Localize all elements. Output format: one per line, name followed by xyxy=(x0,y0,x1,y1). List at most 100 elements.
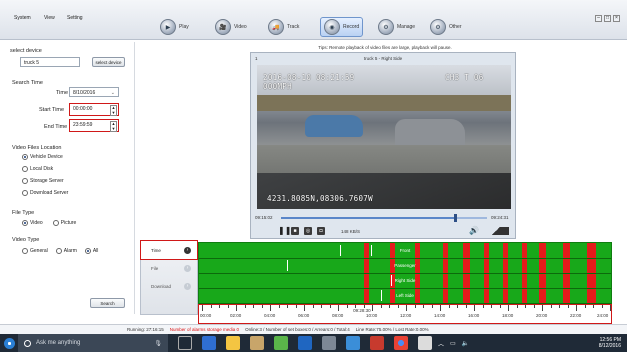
camera-icon[interactable]: ◘ xyxy=(317,227,325,235)
store-icon[interactable] xyxy=(250,336,264,350)
volume-icon[interactable]: 🔊 xyxy=(469,226,479,235)
axis-tick-label: 24:00 xyxy=(597,313,609,318)
timeline-tab-download[interactable]: Download › xyxy=(141,277,197,295)
timeline-grid[interactable]: Front Passenger Right Side Left Side xyxy=(198,242,612,304)
event-mark[interactable] xyxy=(370,245,372,256)
chevron-right-icon[interactable]: › xyxy=(184,264,191,272)
axis-tick-mark xyxy=(414,305,416,308)
nav-other-button[interactable]: ⚙ Other xyxy=(430,17,462,37)
stop-icon[interactable]: ■ xyxy=(291,227,299,235)
dvr-app-icon[interactable] xyxy=(346,336,360,350)
radio-vehicle-device[interactable]: Vehicle Device xyxy=(22,154,68,160)
date-field[interactable]: 8/10/2016 ⌄ xyxy=(69,87,119,97)
photos-icon[interactable] xyxy=(418,336,432,350)
search-button[interactable]: Search xyxy=(90,298,125,308)
maximize-button[interactable]: □ xyxy=(604,15,611,22)
menu-setting[interactable]: Setting xyxy=(67,15,83,21)
minimize-button[interactable]: – xyxy=(595,15,602,22)
start-time-field[interactable]: 00:00:00 xyxy=(70,104,108,115)
radio-dot[interactable] xyxy=(84,248,91,254)
time-label: Time xyxy=(56,90,69,96)
radio-label: Video xyxy=(30,220,43,226)
axis-tick-mark xyxy=(576,305,577,311)
axis-tick-mark xyxy=(465,305,467,308)
end-time-field[interactable]: 23:59:59 xyxy=(70,120,108,131)
menu-view[interactable]: View xyxy=(44,15,55,21)
chevron-up-icon[interactable]: ︿ xyxy=(438,339,444,348)
radio-dot[interactable] xyxy=(22,190,28,196)
app3-icon[interactable] xyxy=(370,336,384,350)
radio-dot[interactable] xyxy=(22,248,28,254)
axis-tick-mark xyxy=(440,305,441,311)
axis-tick-mark xyxy=(346,305,348,308)
radio-video[interactable]: Video xyxy=(22,220,43,226)
treeline xyxy=(257,95,511,111)
radio-dot[interactable] xyxy=(22,178,28,184)
nav-manage-button[interactable]: ⚙ Manage xyxy=(378,17,415,37)
start-time-stepper[interactable]: ▲ ▼ xyxy=(110,105,117,116)
radio-alarm[interactable]: Alarm xyxy=(55,248,77,254)
axis-tick-mark xyxy=(525,305,526,308)
axis-tick-mark xyxy=(389,305,390,308)
close-button[interactable]: × xyxy=(613,15,620,22)
timeline-row[interactable]: Front xyxy=(199,243,611,259)
video-files-location-heading: Video Files Location xyxy=(12,145,62,151)
chevron-down-icon[interactable]: ⌄ xyxy=(111,90,115,96)
radio-all[interactable]: All xyxy=(84,248,98,254)
chevron-right-icon[interactable]: › xyxy=(184,282,191,290)
edge-icon[interactable] xyxy=(202,336,216,350)
device-field[interactable]: truck 5 xyxy=(20,57,80,67)
record-icon: ◉ xyxy=(324,19,340,35)
snapshot-icon[interactable]: ◎ xyxy=(304,227,312,235)
axis-tick-label: 10:00 xyxy=(366,313,378,318)
chrome-icon[interactable] xyxy=(394,336,408,350)
nav-video-button[interactable]: 🎥 Video xyxy=(215,17,247,37)
menu-system[interactable]: System xyxy=(14,15,31,21)
network-icon[interactable]: ▭ xyxy=(450,340,456,347)
event-mark[interactable] xyxy=(391,275,393,286)
start-icon[interactable] xyxy=(0,334,18,352)
event-mark[interactable] xyxy=(380,290,382,301)
radio-dot[interactable] xyxy=(22,166,28,172)
radio-dot[interactable] xyxy=(22,220,28,226)
radio-dot[interactable] xyxy=(22,154,28,160)
pause-icon[interactable]: ❚❚ xyxy=(278,227,291,235)
timeline-row[interactable]: Passenger xyxy=(199,258,611,274)
radio-general[interactable]: General xyxy=(22,248,48,254)
timeline-row[interactable]: Right Side xyxy=(199,273,611,289)
radio-dot[interactable] xyxy=(52,220,59,226)
microphone-icon[interactable]: 🎙 xyxy=(154,340,162,347)
time-axis[interactable]: 00:00 02:00 04:00 06:00 08:00 10:00 12:00 14:00… xyxy=(198,304,612,324)
radio-local-disk[interactable]: Local Disk xyxy=(22,166,68,172)
app-icon[interactable] xyxy=(274,336,288,350)
time-start: 09:15:02 xyxy=(255,215,273,220)
end-time-stepper[interactable]: ▲ ▼ xyxy=(110,121,117,132)
app2-icon[interactable] xyxy=(322,336,336,350)
radio-download-server[interactable]: Download Server xyxy=(22,190,68,196)
radio-dot[interactable] xyxy=(55,248,62,254)
radio-storage-server[interactable]: Storage Server xyxy=(22,178,68,184)
axis-tick-mark xyxy=(244,305,246,308)
volume-tray-icon[interactable]: 🔈 xyxy=(462,340,469,347)
clock[interactable]: 12:56 PM 8/12/2016 xyxy=(599,337,621,349)
select-device-button[interactable]: select device xyxy=(92,57,125,67)
volume-slider[interactable] xyxy=(483,227,509,235)
radio-picture[interactable]: Picture xyxy=(52,220,76,226)
file-type-options: Video Picture xyxy=(22,220,76,226)
event-mark[interactable] xyxy=(339,245,341,256)
axis-tick-label: 20:00 xyxy=(536,313,548,318)
timeline-tab-file[interactable]: File › xyxy=(141,259,197,277)
outlook-icon[interactable] xyxy=(298,336,312,350)
axis-tick-mark xyxy=(491,305,492,308)
event-mark[interactable] xyxy=(286,260,288,271)
taskbar-search[interactable]: Ask me anything 🎙 xyxy=(18,334,168,352)
nav-play-button[interactable]: ▶ Play xyxy=(160,17,189,37)
task-view-icon[interactable] xyxy=(178,336,192,350)
nav-track-button[interactable]: 🚚 Track xyxy=(268,17,299,37)
nav-record-button[interactable]: ◉ Record xyxy=(320,17,364,37)
axis-tick-mark xyxy=(567,305,569,308)
file-explorer-icon[interactable] xyxy=(226,336,240,350)
timeline-row[interactable]: Left Side xyxy=(199,288,611,304)
seek-thumb[interactable] xyxy=(454,214,458,222)
video-frame[interactable]: 2016-08-10 08:21:59 000MPH CH3 T 06 4231… xyxy=(257,65,511,209)
